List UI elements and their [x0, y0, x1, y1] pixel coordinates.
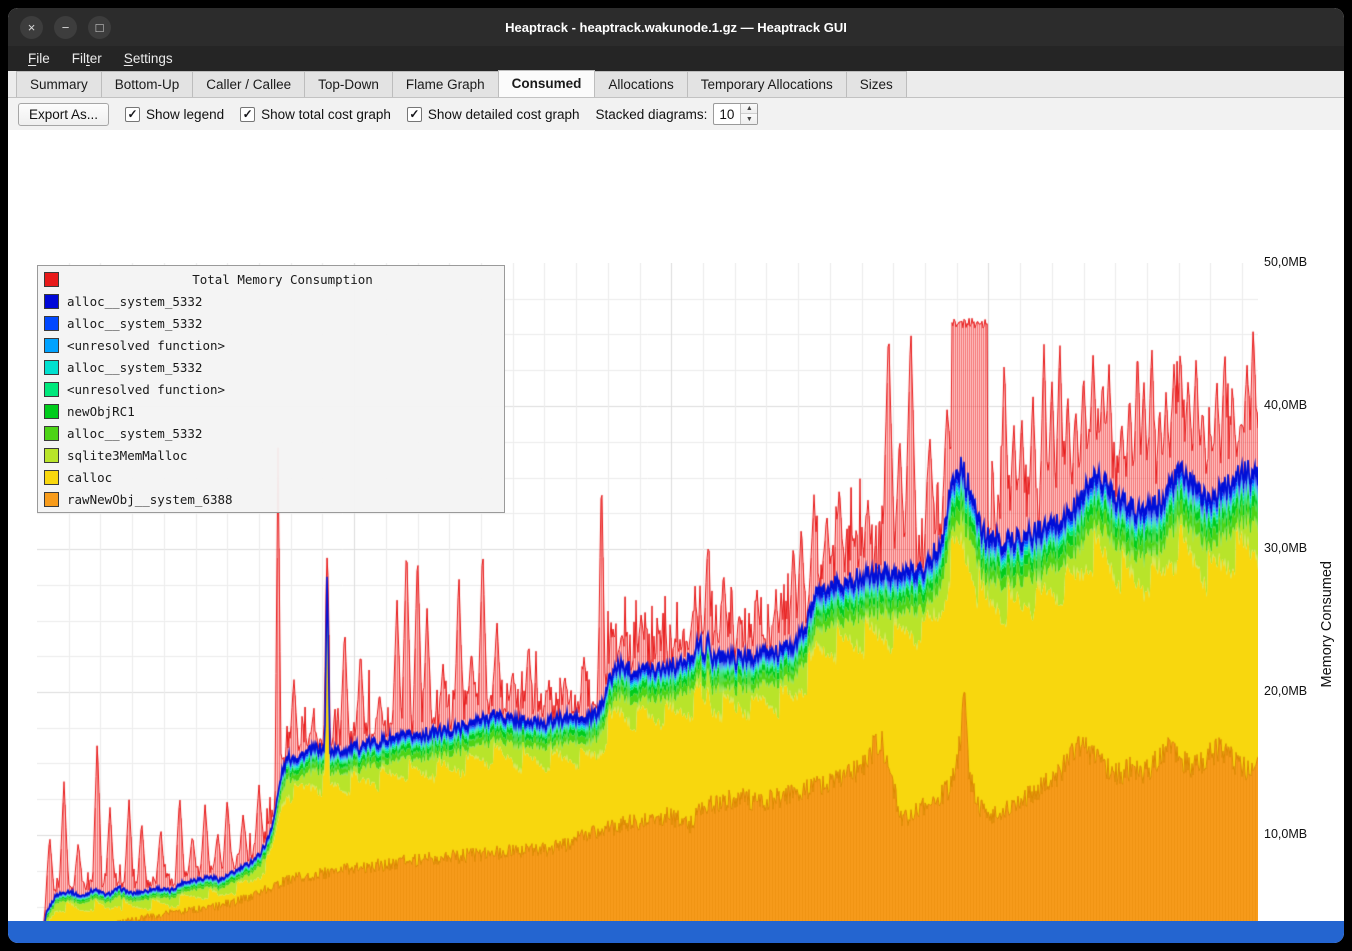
tab-bar: Summary Bottom-Up Caller / Callee Top-Do… [8, 71, 1344, 98]
y-axis-title-wrap: Memory Consumed [1312, 263, 1342, 943]
maximize-icon[interactable]: □ [88, 16, 111, 39]
legend-label: sqlite3MemMalloc [67, 448, 187, 463]
stacked-diagrams-control: Stacked diagrams: 10 ▲ ▼ [596, 103, 759, 125]
tab-caller-callee[interactable]: Caller / Callee [192, 71, 305, 97]
legend-label: <unresolved function> [67, 338, 225, 353]
legend-item: alloc__system_5332 [38, 356, 504, 378]
menu-bar: File Filter Settings [8, 46, 1344, 71]
spin-up-icon[interactable]: ▲ [741, 104, 757, 114]
minimize-icon[interactable]: − [54, 16, 77, 39]
consumed-chart-panel: 50,0MB 40,0MB 30,0MB 20,0MB 10,0MB 0B 00… [8, 130, 1344, 921]
legend-item: newObjRC1 [38, 400, 504, 422]
legend-swatch-icon [44, 470, 59, 485]
checkmark-icon: ✓ [125, 107, 140, 122]
legend-label: alloc__system_5332 [67, 316, 202, 331]
menu-file-rest: ile [36, 51, 50, 66]
menu-settings[interactable]: Settings [114, 48, 183, 69]
legend-label: calloc [67, 470, 112, 485]
show-total-cost-label: Show total cost graph [261, 107, 391, 122]
legend-item: rawNewObj__system_6388 [38, 488, 504, 510]
tab-consumed[interactable]: Consumed [498, 70, 596, 97]
show-legend-checkbox[interactable]: ✓ Show legend [125, 107, 224, 122]
show-detailed-cost-label: Show detailed cost graph [428, 107, 580, 122]
stacked-diagrams-label: Stacked diagrams: [596, 107, 708, 122]
legend-swatch-icon [44, 382, 59, 397]
stacked-diagrams-spinbox[interactable]: 10 ▲ ▼ [713, 103, 758, 125]
legend-swatch-icon [44, 316, 59, 331]
bottom-accent-bar [8, 921, 1344, 943]
legend-item: sqlite3MemMalloc [38, 444, 504, 466]
legend-swatch-icon [44, 360, 59, 375]
tab-summary[interactable]: Summary [16, 71, 102, 97]
legend-label: rawNewObj__system_6388 [67, 492, 233, 507]
show-total-cost-checkbox[interactable]: ✓ Show total cost graph [240, 107, 391, 122]
menu-file[interactable]: File [18, 48, 60, 69]
legend-swatch-icon [44, 294, 59, 309]
legend-label: alloc__system_5332 [67, 294, 202, 309]
stacked-diagrams-value[interactable]: 10 [714, 104, 740, 124]
window-title: Heaptrack - heaptrack.wakunode.1.gz — He… [8, 20, 1344, 35]
menu-filter-rest: er [90, 51, 102, 66]
legend-label: alloc__system_5332 [67, 360, 202, 375]
menu-file-mnemonic: F [28, 51, 36, 66]
window-controls: × − □ [20, 8, 111, 46]
spin-arrows: ▲ ▼ [740, 104, 757, 124]
tab-flame-graph[interactable]: Flame Graph [392, 71, 499, 97]
legend-swatch-icon [44, 338, 59, 353]
legend-total-swatch-icon [44, 272, 59, 287]
menu-filter-pre: Fil [72, 51, 86, 66]
tab-bottom-up[interactable]: Bottom-Up [101, 71, 194, 97]
menu-filter[interactable]: Filter [62, 48, 112, 69]
legend-item: alloc__system_5332 [38, 290, 504, 312]
legend-swatch-icon [44, 448, 59, 463]
legend-label: alloc__system_5332 [67, 426, 202, 441]
tab-allocations[interactable]: Allocations [594, 71, 687, 97]
legend-title: Total Memory Consumption [67, 272, 498, 287]
chart-toolbar: Export As... ✓ Show legend ✓ Show total … [8, 98, 1344, 130]
export-as-button[interactable]: Export As... [18, 103, 109, 126]
legend-item: alloc__system_5332 [38, 422, 504, 444]
menu-settings-rest: ettings [133, 51, 173, 66]
tab-temporary-allocations[interactable]: Temporary Allocations [687, 71, 847, 97]
tab-sizes[interactable]: Sizes [846, 71, 907, 97]
legend-item: <unresolved function> [38, 334, 504, 356]
heaptrack-window: Heaptrack - heaptrack.wakunode.1.gz — He… [8, 8, 1344, 943]
legend-items: alloc__system_5332 alloc__system_5332 <unr… [38, 290, 504, 510]
tab-top-down[interactable]: Top-Down [304, 71, 393, 97]
legend-swatch-icon [44, 404, 59, 419]
legend-item: alloc__system_5332 [38, 312, 504, 334]
chart-legend: Total Memory Consumption alloc__system_5… [37, 265, 505, 513]
legend-item: calloc [38, 466, 504, 488]
y-axis-title: Memory Consumed [1319, 561, 1335, 688]
legend-swatch-icon [44, 492, 59, 507]
spin-down-icon[interactable]: ▼ [741, 114, 757, 124]
checkmark-icon: ✓ [240, 107, 255, 122]
legend-item: <unresolved function> [38, 378, 504, 400]
checkmark-icon: ✓ [407, 107, 422, 122]
menu-settings-mnemonic: S [124, 51, 133, 66]
title-bar[interactable]: Heaptrack - heaptrack.wakunode.1.gz — He… [8, 8, 1344, 46]
legend-title-row: Total Memory Consumption [38, 268, 504, 290]
legend-swatch-icon [44, 426, 59, 441]
legend-label: newObjRC1 [67, 404, 135, 419]
close-icon[interactable]: × [20, 16, 43, 39]
show-detailed-cost-checkbox[interactable]: ✓ Show detailed cost graph [407, 107, 580, 122]
legend-label: <unresolved function> [67, 382, 225, 397]
show-legend-label: Show legend [146, 107, 224, 122]
